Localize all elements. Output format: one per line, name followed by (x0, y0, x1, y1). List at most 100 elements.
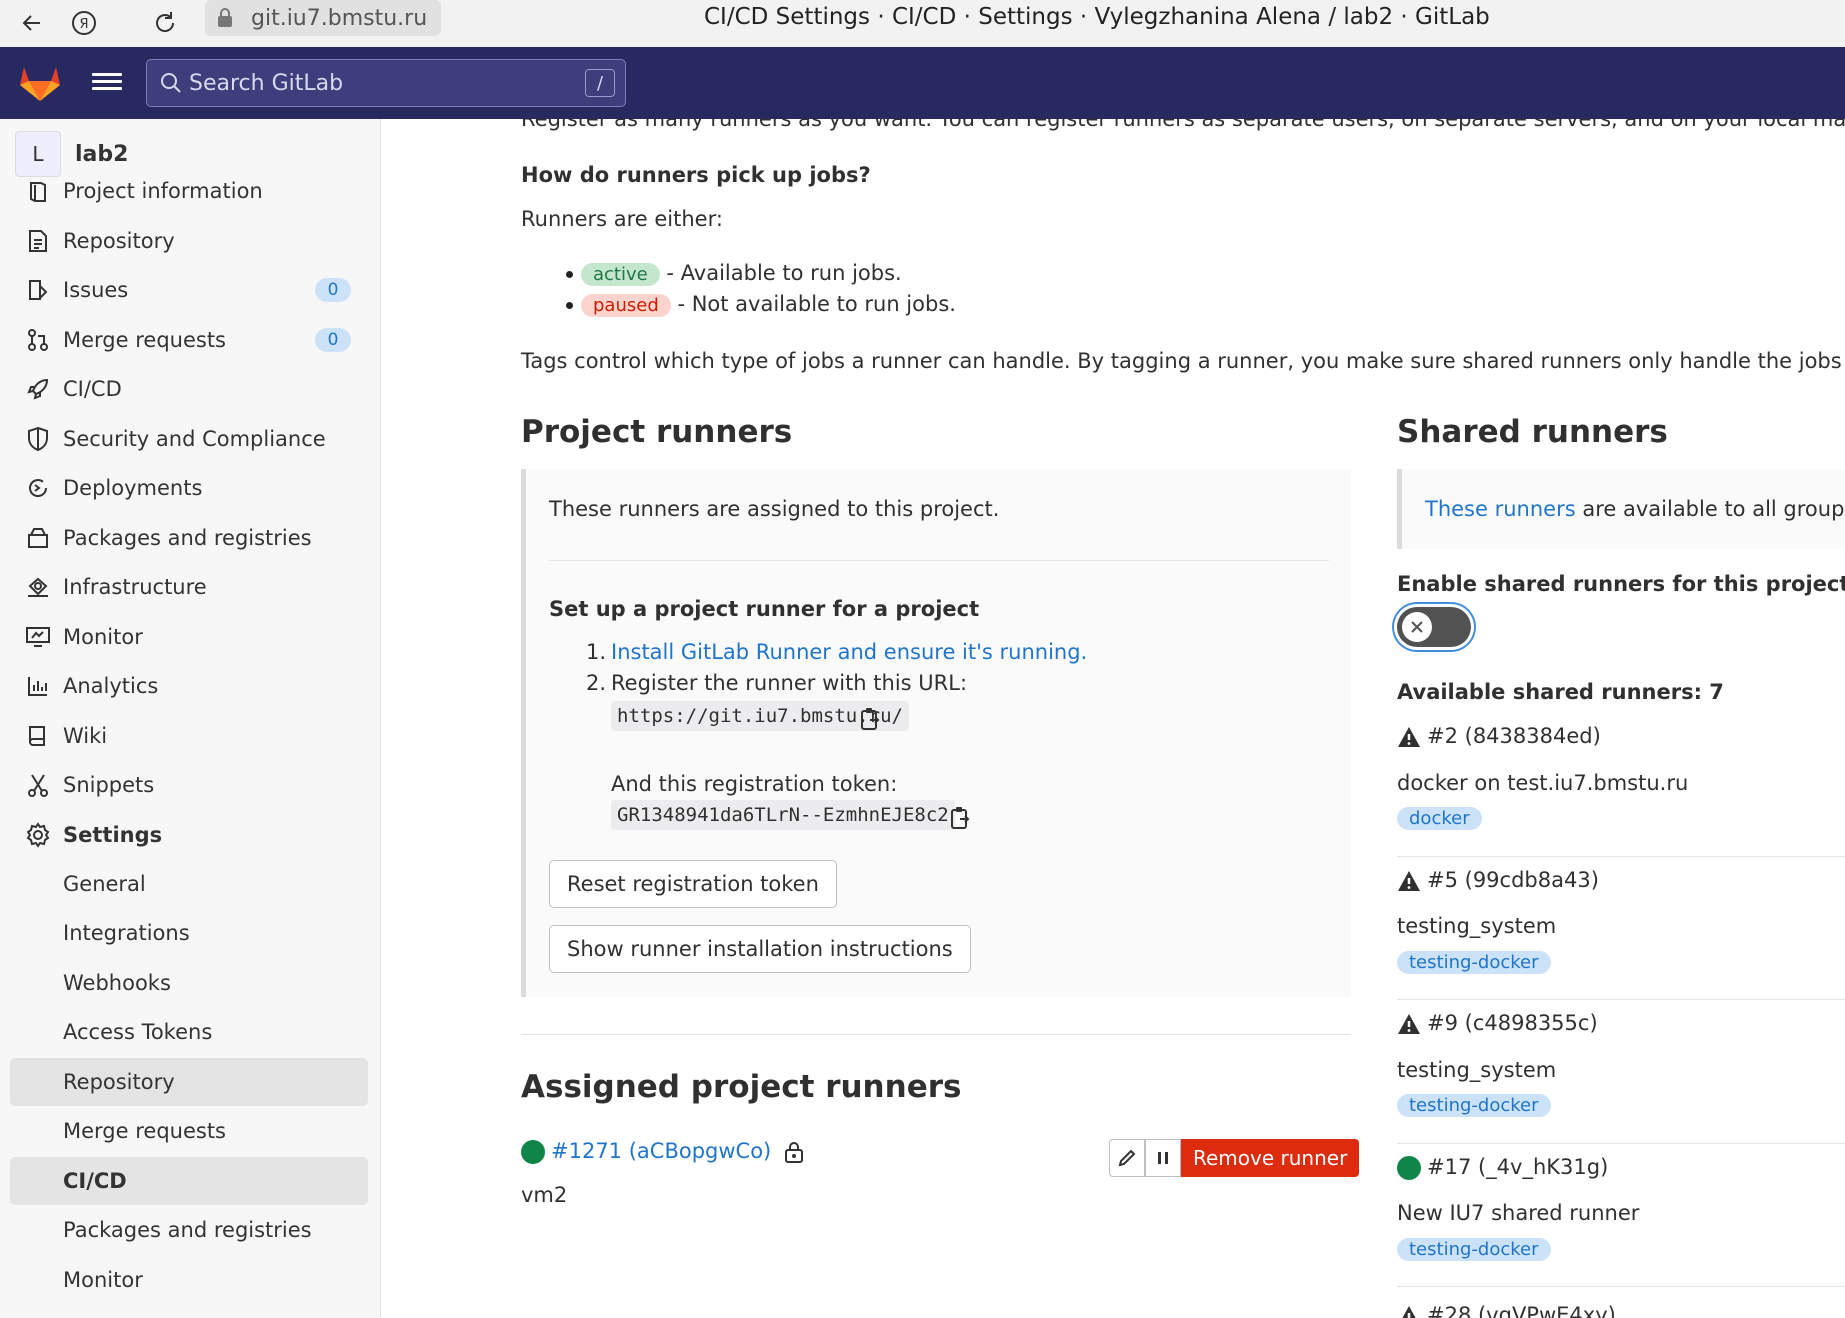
sidebar-item-project-information[interactable]: Project information (0, 167, 381, 215)
shield-icon (24, 425, 52, 453)
sidebar-item-label: Infrastructure (63, 575, 207, 599)
gitlab-header: Search GitLab / (0, 47, 1845, 119)
active-bullet: active - Available to run jobs. (581, 261, 902, 286)
sidebar-item-snippets[interactable]: Snippets (0, 761, 381, 809)
lock-icon (784, 1142, 803, 1163)
sidebar-item-cicd[interactable]: CI/CD (0, 365, 381, 413)
settings-sub-general[interactable]: General (10, 860, 368, 908)
shared-runner-description: testing_system (1397, 914, 1557, 938)
divider (521, 1034, 1351, 1035)
pickup-heading: How do runners pick up jobs? (521, 163, 871, 187)
bullet (566, 302, 573, 309)
shared-runner-id: #5 (99cdb8a43) (1397, 868, 1599, 892)
sidebar-item-label: Merge requests (63, 328, 226, 352)
shared-runner-id-text: #2 (8438384ed) (1427, 724, 1601, 748)
back-arrow-icon[interactable] (12, 3, 52, 43)
show-runner-instructions-button[interactable]: Show runner installation instructions (549, 925, 971, 973)
sidebar-item-deployments[interactable]: Deployments (0, 464, 381, 512)
sidebar-subitem-label: Access Tokens (63, 1020, 213, 1044)
sidebar-item-packages[interactable]: Packages and registries (0, 514, 381, 562)
sidebar-subitem-label: General (63, 872, 146, 896)
sidebar-item-analytics[interactable]: Analytics (0, 662, 381, 710)
yandex-icon[interactable]: Я (64, 3, 104, 43)
settings-sub-merge-requests[interactable]: Merge requests (10, 1107, 368, 1155)
assigned-to-project-text: These runners are assigned to this proje… (549, 497, 1000, 521)
runners-either-text: Runners are either: (521, 207, 723, 231)
shared-runner-id: #9 (c4898355c) (1397, 1011, 1598, 1035)
copy-token-icon[interactable] (949, 805, 971, 835)
search-shortcut: / (585, 69, 615, 97)
pause-runner-button[interactable] (1145, 1139, 1181, 1177)
pause-icon (1158, 1152, 1168, 1164)
url-text: git.iu7.bmstu.ru (251, 5, 428, 31)
gear-icon (24, 821, 52, 849)
runner-link[interactable]: #1271 (aCBopgwCo) (551, 1139, 771, 1163)
sidebar-item-label: Settings (63, 823, 163, 847)
copy-url-icon[interactable] (859, 706, 881, 736)
enable-shared-runners-toggle[interactable] (1397, 607, 1471, 647)
shared-runner-tag: testing-docker (1397, 951, 1551, 974)
bullet (566, 271, 573, 278)
search-input[interactable]: Search GitLab / (146, 59, 626, 107)
shared-runner-id: #28 (vqVPwE4xy) (1397, 1303, 1616, 1318)
sidebar-item-label: Repository (63, 229, 175, 253)
project-runners-panel: These runners are assigned to this proje… (521, 469, 1351, 997)
shared-runner-id-text: #5 (99cdb8a43) (1427, 868, 1599, 892)
sidebar-item-label: Wiki (63, 724, 108, 748)
runner-tag-badge: docker (1397, 807, 1482, 830)
settings-sub-integrations[interactable]: Integrations (10, 909, 368, 957)
sidebar-item-monitor[interactable]: Monitor (0, 613, 381, 661)
sidebar-item-settings[interactable]: Settings (0, 811, 381, 859)
register-runners-text: Register as many runners as you want. Yo… (521, 119, 1845, 131)
available-shared-runners: Available shared runners: 7 (1397, 680, 1724, 704)
settings-sub-cicd[interactable]: CI/CD (10, 1157, 368, 1205)
warning-icon (1398, 727, 1420, 747)
settings-sub-webhooks[interactable]: Webhooks (10, 959, 368, 1007)
cloud-icon (24, 573, 52, 601)
sidebar-subitem-label: Merge requests (63, 1119, 226, 1143)
browser-toolbar: Я git.iu7.bmstu.ru CI/CD Settings · CI/C… (0, 0, 1845, 47)
sidebar-item-label: Deployments (63, 476, 203, 500)
reload-icon[interactable] (145, 3, 185, 43)
settings-sub-packages[interactable]: Packages and registries (10, 1206, 368, 1254)
settings-sub-access-tokens[interactable]: Access Tokens (10, 1008, 368, 1056)
these-runners-link[interactable]: These runners (1425, 497, 1576, 521)
book-icon (24, 722, 52, 750)
online-status-icon (1397, 1156, 1421, 1180)
paused-bullet: paused - Not available to run jobs. (581, 292, 956, 317)
warning-icon (1398, 1014, 1420, 1034)
paused-desc: - Not available to run jobs. (677, 292, 956, 316)
sidebar-item-wiki[interactable]: Wiki (0, 712, 381, 760)
sidebar-item-security[interactable]: Security and Compliance (0, 415, 381, 463)
sidebar-item-label: Monitor (63, 625, 143, 649)
sidebar-item-infrastructure[interactable]: Infrastructure (0, 563, 381, 611)
sidebar-subitem-label: CI/CD (63, 1169, 127, 1193)
sidebar-item-label: Project information (63, 179, 263, 203)
menu-icon[interactable] (92, 69, 122, 97)
divider (1397, 856, 1845, 857)
search-placeholder: Search GitLab (189, 70, 344, 96)
address-bar[interactable]: git.iu7.bmstu.ru (205, 0, 441, 36)
sidebar-item-issues[interactable]: Issues 0 (0, 266, 381, 314)
divider (549, 560, 1329, 561)
edit-runner-button[interactable] (1109, 1139, 1145, 1177)
enable-shared-runners-label: Enable shared runners for this project (1397, 572, 1845, 596)
settings-sub-repository[interactable]: Repository (10, 1058, 368, 1106)
sidebar-item-merge-requests[interactable]: Merge requests 0 (0, 316, 381, 364)
install-runner-link[interactable]: Install GitLab Runner and ensure it's ru… (611, 640, 1087, 664)
sidebar-item-repository[interactable]: Repository (0, 217, 381, 265)
sidebar: L lab2 Project information Repository Is… (0, 119, 381, 1318)
gitlab-logo-icon[interactable] (18, 63, 62, 107)
tags-description: Tags control which type of jobs a runner… (521, 349, 1845, 373)
runner-tag-badge: testing-docker (1397, 1238, 1551, 1261)
step-1-number: 1. (586, 640, 607, 664)
project-name: lab2 (75, 141, 129, 167)
lock-icon (205, 8, 245, 28)
remove-runner-button[interactable]: Remove runner (1181, 1139, 1360, 1177)
reset-registration-token-button[interactable]: Reset registration token (549, 860, 837, 908)
shared-runners-info-panel: These runners are available to all group… (1397, 469, 1845, 549)
assigned-runner-row: #1271 (aCBopgwCo) (521, 1139, 804, 1164)
token-label: And this registration token: (611, 772, 898, 796)
shared-runner-id: #2 (8438384ed) (1397, 724, 1601, 748)
settings-sub-monitor[interactable]: Monitor (10, 1256, 368, 1304)
